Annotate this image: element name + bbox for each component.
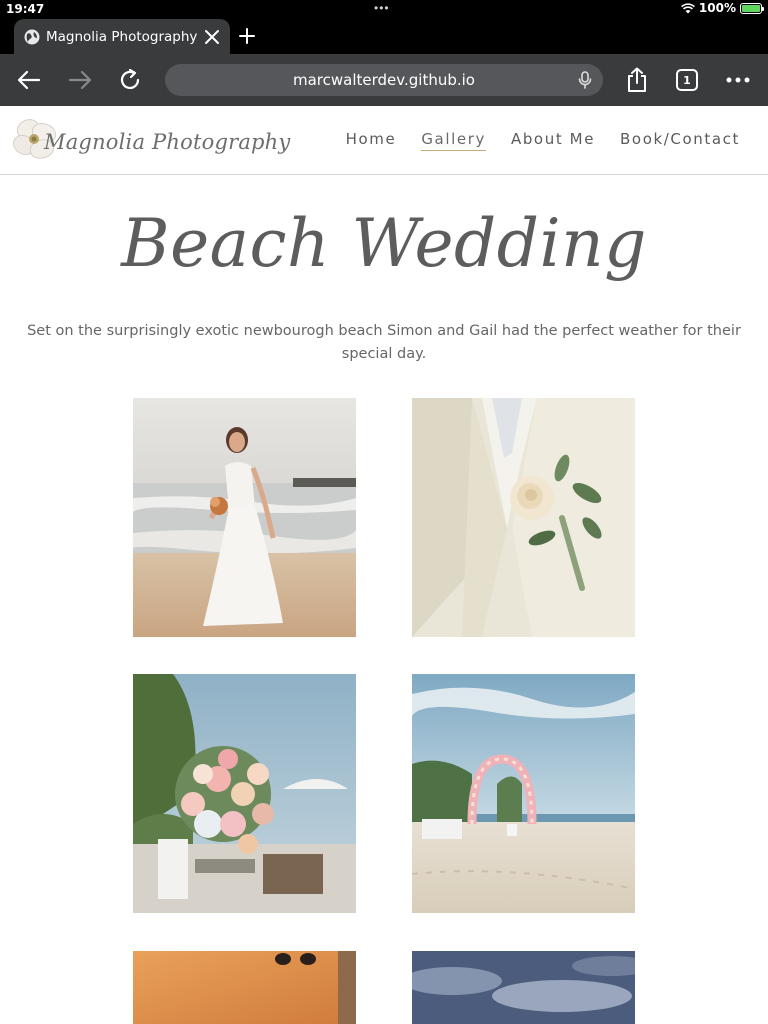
plus-icon[interactable] <box>238 27 256 45</box>
back-icon <box>17 70 41 90</box>
status-indicators: 100% <box>681 1 764 15</box>
sunset-image <box>133 951 356 1024</box>
tab-title: Magnolia Photography | … <box>46 28 198 45</box>
reload-button[interactable] <box>116 66 144 94</box>
multitasking-dots-icon[interactable]: ••• <box>374 1 390 15</box>
battery-percent: 100% <box>698 1 736 15</box>
share-button[interactable] <box>623 66 651 94</box>
logo-text: Magnolia Photography <box>44 130 291 154</box>
back-button[interactable] <box>15 66 43 94</box>
site-logo[interactable]: Magnolia Photography <box>10 115 290 163</box>
share-icon <box>628 67 646 92</box>
browser-tab[interactable]: Magnolia Photography | … <box>14 19 230 54</box>
nav-home[interactable]: Home <box>346 130 397 151</box>
gallery-photo-boutonniere[interactable] <box>412 398 635 637</box>
gallery-photo-ceremony[interactable] <box>412 674 635 913</box>
browser-toolbar: marcwalterdev.github.io 1 <box>0 54 768 106</box>
status-bar: 19:47 ••• 100% <box>0 0 768 18</box>
gallery-photo-clouds[interactable] <box>412 951 635 1024</box>
tabs-button[interactable]: 1 <box>673 66 701 94</box>
nav-about-me[interactable]: About Me <box>511 130 595 151</box>
forward-button[interactable] <box>66 66 94 94</box>
more-button[interactable] <box>724 66 752 94</box>
clouds-image <box>412 951 635 1024</box>
gallery-photo-sunset[interactable] <box>133 951 356 1024</box>
main-nav: Home Gallery About Me Book/Contact <box>346 130 740 151</box>
url-text: marcwalterdev.github.io <box>293 71 475 89</box>
browser-tab-strip: Magnolia Photography | … <box>0 18 768 54</box>
microphone-icon[interactable] <box>577 71 593 89</box>
site-header: Magnolia Photography Home Gallery About … <box>0 106 768 175</box>
nav-book-contact[interactable]: Book/Contact <box>620 130 740 151</box>
address-bar[interactable]: marcwalterdev.github.io <box>165 64 603 96</box>
forward-icon <box>68 70 92 90</box>
flowers-image <box>133 674 356 913</box>
globe-icon <box>24 29 40 44</box>
wifi-icon <box>681 2 695 13</box>
tabs-icon: 1 <box>676 69 698 91</box>
reload-icon <box>120 68 140 89</box>
gallery-photo-bride[interactable] <box>133 398 356 637</box>
page-description: Set on the surprisingly exotic newbourog… <box>27 323 741 362</box>
more-icon <box>726 77 750 83</box>
boutonniere-image <box>412 398 635 637</box>
status-time: 19:47 <box>6 2 45 16</box>
gallery-photo-flowers[interactable] <box>133 674 356 913</box>
tab-count: 1 <box>683 73 691 87</box>
nav-gallery[interactable]: Gallery <box>421 130 486 151</box>
battery-level-fill <box>742 4 760 12</box>
battery-icon <box>740 2 764 14</box>
close-icon[interactable] <box>204 29 220 45</box>
page-title: Beach Wedding <box>121 205 647 282</box>
ceremony-image <box>412 674 635 913</box>
bride-image <box>133 398 356 637</box>
